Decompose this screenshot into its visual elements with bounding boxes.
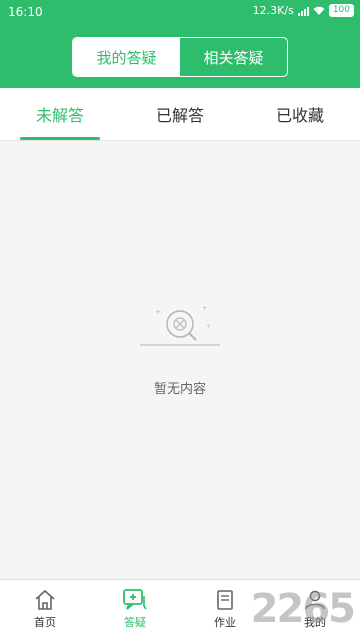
empty-state: + + + 暂无内容	[0, 300, 360, 397]
segment-control: 我的答疑 相关答疑	[72, 37, 288, 77]
empty-search-icon: + + +	[140, 305, 220, 346]
status-bar: 16:10 12.3K/s 100	[0, 0, 360, 24]
nav-label: 作业	[214, 616, 236, 629]
nav-home[interactable]: 首页	[0, 580, 90, 640]
tab-answered[interactable]: 已解答	[120, 88, 240, 140]
svg-text:+: +	[206, 323, 211, 330]
svg-text:+: +	[155, 308, 161, 316]
network-speed: 12.3K/s	[252, 4, 294, 17]
wifi-icon	[313, 6, 325, 15]
svg-text:+: +	[202, 305, 207, 312]
battery-icon: 100	[328, 4, 354, 17]
status-indicators: 12.3K/s 100	[253, 4, 354, 17]
nav-label: 首页	[34, 616, 56, 629]
signal-icon	[297, 6, 309, 16]
site-watermark: 2265	[250, 586, 356, 632]
tab-favorited[interactable]: 已收藏	[240, 88, 360, 140]
empty-text: 暂无内容	[153, 382, 206, 397]
nav-qa[interactable]: 答疑	[90, 580, 180, 640]
segment-my-qa[interactable]: 我的答疑	[73, 38, 180, 76]
status-time: 16:10	[8, 5, 43, 19]
home-icon	[35, 589, 55, 610]
homework-icon	[217, 590, 233, 610]
nav-label: 答疑	[124, 616, 146, 629]
qa-icon	[123, 589, 147, 610]
segment-related-qa[interactable]: 相关答疑	[180, 38, 287, 76]
tab-bar: 未解答 已解答 已收藏	[0, 88, 360, 141]
tab-unanswered[interactable]: 未解答	[0, 88, 120, 140]
header: 16:10 12.3K/s 100 我的答疑 相关答疑	[0, 0, 360, 88]
